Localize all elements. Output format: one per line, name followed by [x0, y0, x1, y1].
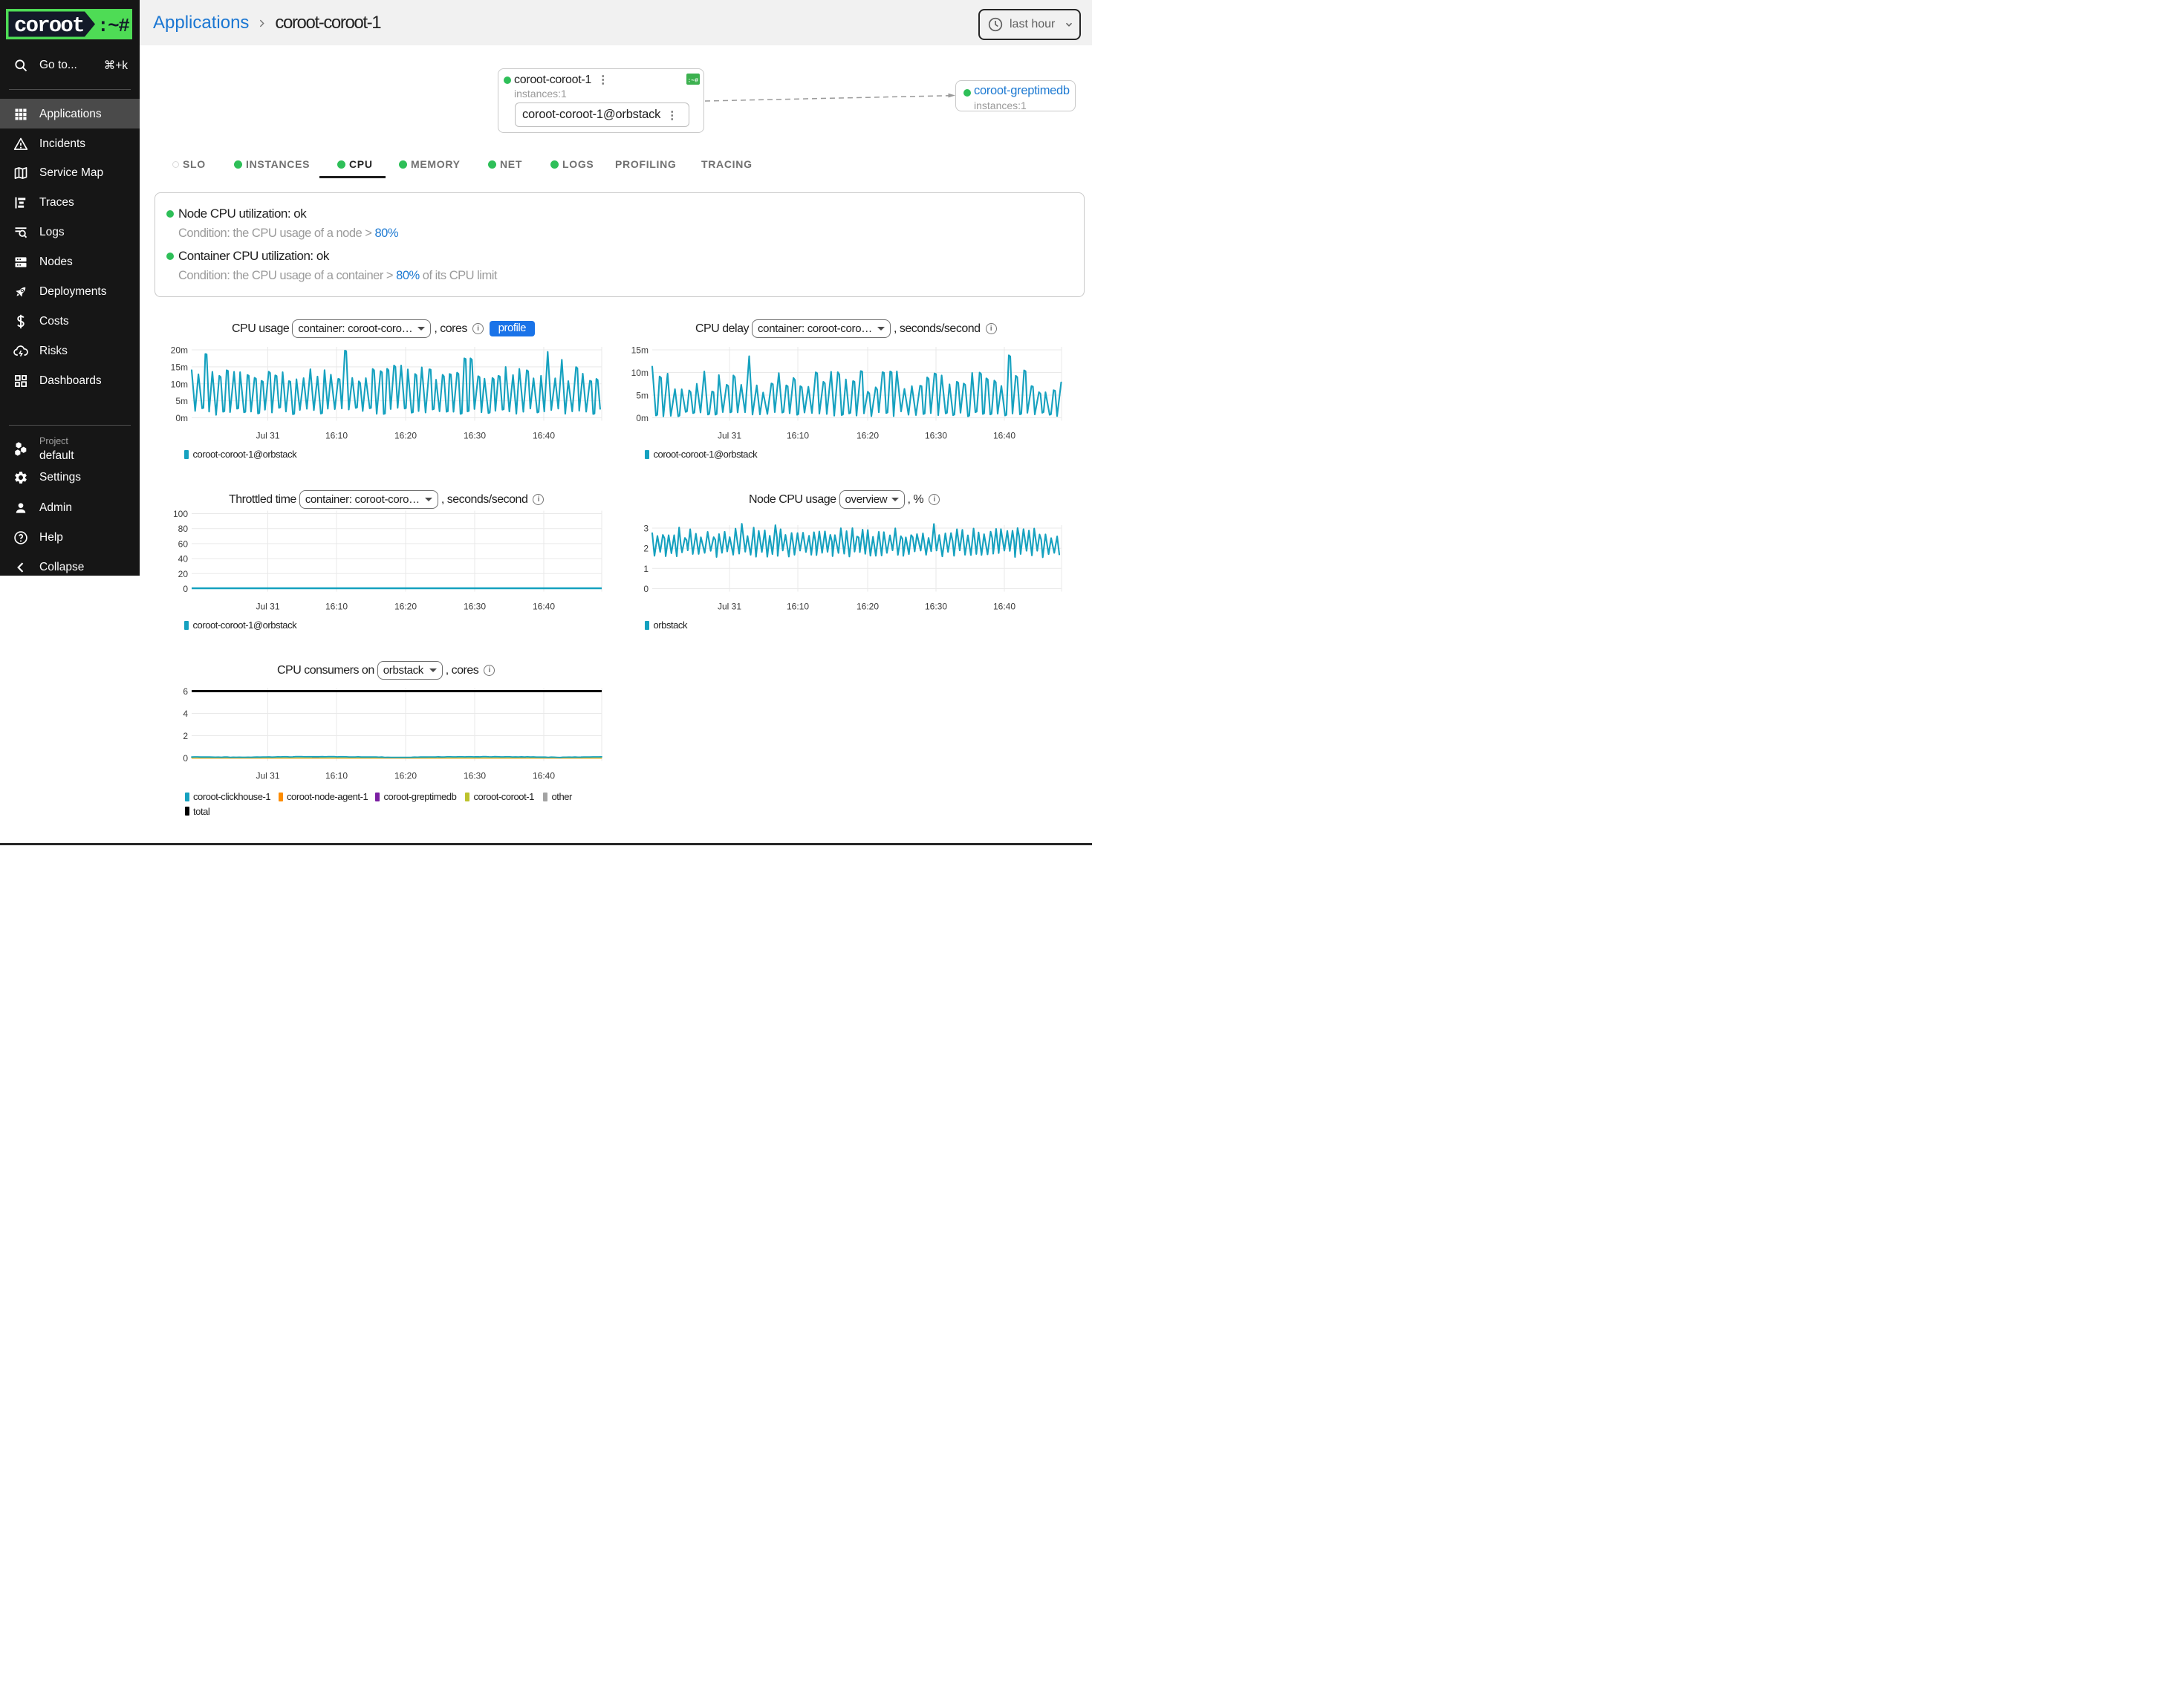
- svg-text:16:40: 16:40: [533, 602, 555, 612]
- svg-text:2: 2: [183, 731, 188, 741]
- svg-text:16:20: 16:20: [394, 431, 417, 441]
- svg-text:16:40: 16:40: [533, 771, 555, 781]
- svg-text:16:30: 16:30: [464, 771, 486, 781]
- svg-text:16:10: 16:10: [787, 431, 809, 441]
- svg-text:0m: 0m: [636, 413, 649, 423]
- svg-text:40: 40: [178, 554, 189, 564]
- svg-text:16:10: 16:10: [787, 602, 809, 612]
- svg-text:20: 20: [178, 569, 189, 579]
- svg-text:0: 0: [643, 584, 649, 594]
- svg-text:4: 4: [183, 709, 188, 719]
- svg-text:Jul 31: Jul 31: [256, 431, 279, 441]
- svg-text:16:30: 16:30: [925, 602, 947, 612]
- svg-text:16:10: 16:10: [325, 771, 348, 781]
- svg-text:3: 3: [643, 524, 649, 534]
- svg-text:80: 80: [178, 524, 189, 534]
- svg-text:0: 0: [183, 584, 188, 594]
- svg-text:16:20: 16:20: [857, 602, 879, 612]
- svg-text:16:30: 16:30: [925, 431, 947, 441]
- svg-text:16:10: 16:10: [325, 602, 348, 612]
- svg-text:2: 2: [643, 544, 649, 554]
- svg-text:16:40: 16:40: [993, 602, 1015, 612]
- svg-text:1: 1: [643, 564, 649, 574]
- svg-text:Jul 31: Jul 31: [256, 602, 279, 612]
- svg-text:100: 100: [173, 509, 188, 519]
- svg-text:16:30: 16:30: [464, 431, 486, 441]
- svg-text:5m: 5m: [636, 391, 649, 401]
- svg-text:15m: 15m: [171, 362, 188, 372]
- svg-text:Jul 31: Jul 31: [718, 602, 741, 612]
- svg-text:16:20: 16:20: [394, 602, 417, 612]
- svg-text:15m: 15m: [631, 345, 649, 356]
- svg-text:16:40: 16:40: [533, 431, 555, 441]
- svg-text:10m: 10m: [171, 379, 188, 389]
- svg-text:16:30: 16:30: [464, 602, 486, 612]
- svg-text:coroot: coroot: [14, 13, 84, 38]
- svg-text:0m: 0m: [175, 413, 188, 423]
- svg-text:16:20: 16:20: [394, 771, 417, 781]
- svg-text:16:40: 16:40: [993, 431, 1015, 441]
- svg-text:Jul 31: Jul 31: [256, 771, 279, 781]
- svg-text:Jul 31: Jul 31: [718, 431, 741, 441]
- svg-text::~#: :~#: [688, 78, 699, 85]
- svg-text:16:20: 16:20: [857, 431, 879, 441]
- svg-text:10m: 10m: [631, 368, 649, 378]
- svg-text:16:10: 16:10: [325, 431, 348, 441]
- svg-text:6: 6: [183, 686, 188, 697]
- svg-text:0: 0: [183, 753, 188, 764]
- svg-text:5m: 5m: [175, 396, 188, 406]
- svg-text:20m: 20m: [171, 345, 188, 356]
- svg-text:60: 60: [178, 538, 189, 549]
- svg-text::~#: :~#: [97, 15, 129, 37]
